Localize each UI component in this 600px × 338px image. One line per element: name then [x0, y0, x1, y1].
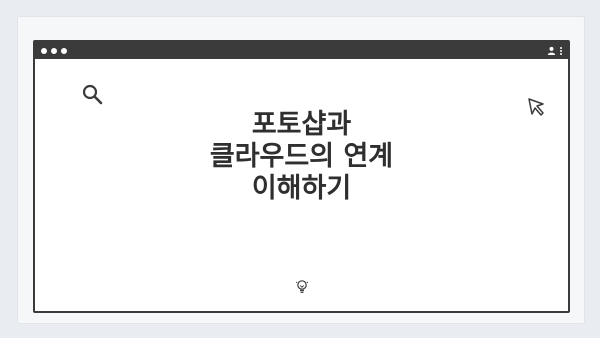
window-content: 포토샵과 클라우드의 연계 이해하기	[35, 59, 568, 311]
titlebar-actions	[547, 46, 562, 55]
page-title: 포토샵과 클라우드의 연계 이해하기	[35, 109, 568, 205]
window-control-dot[interactable]	[51, 47, 57, 54]
title-line-3: 이해하기	[251, 173, 352, 204]
title-line-1: 포토샵과	[251, 109, 352, 140]
window-titlebar	[35, 42, 568, 59]
user-icon[interactable]	[547, 46, 556, 55]
lightbulb-icon	[295, 280, 309, 293]
window-control-dot[interactable]	[41, 47, 47, 54]
title-line-2: 클라우드의 연계	[209, 141, 394, 172]
window-controls	[41, 47, 67, 54]
page-background: 포토샵과 클라우드의 연계 이해하기	[0, 0, 600, 338]
search-icon	[82, 84, 103, 105]
window-control-dot[interactable]	[61, 47, 67, 54]
browser-window: 포토샵과 클라우드의 연계 이해하기	[33, 40, 570, 313]
kebab-menu-icon[interactable]	[560, 46, 562, 55]
